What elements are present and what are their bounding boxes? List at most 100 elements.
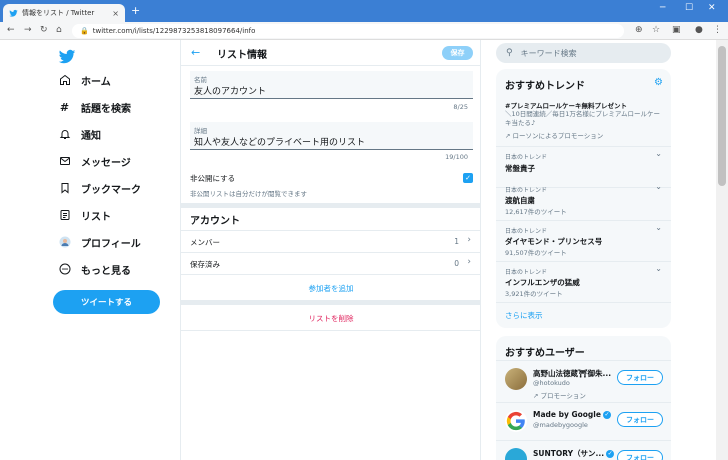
nav-item-profile[interactable]: プロフィール bbox=[58, 232, 141, 252]
nav-item-bookmarks[interactable]: ブックマーク bbox=[58, 178, 141, 198]
nav-label-more: もっと見る bbox=[81, 265, 131, 277]
list-info-panel: ← リスト情報 保存 名前 友人のアカウント 8/25 詳細 知人や友人などのプ… bbox=[180, 40, 481, 460]
url-text: twitter.com/i/lists/1229873253818097664/… bbox=[92, 27, 256, 35]
back-arrow-icon[interactable]: ← bbox=[191, 46, 200, 59]
add-members-link[interactable]: 参加者を追加 bbox=[181, 283, 481, 294]
google-logo-icon[interactable] bbox=[505, 410, 527, 432]
nav-item-messages[interactable]: メッセージ bbox=[58, 151, 131, 171]
user-avatar[interactable] bbox=[505, 448, 527, 460]
main-header: ← リスト情報 保存 bbox=[181, 40, 481, 66]
nav-item-more[interactable]: もっと見る bbox=[58, 259, 131, 279]
reload-icon[interactable]: ↻ bbox=[40, 25, 48, 35]
private-label: 非公開にする bbox=[190, 174, 236, 183]
show-more-link[interactable]: さらに表示 bbox=[505, 310, 543, 321]
menu-icon[interactable]: ⋮ bbox=[713, 25, 722, 35]
description-field[interactable]: 詳細 知人や友人などのプライベート用のリスト bbox=[190, 122, 473, 150]
suggested-user[interactable]: Made by Google ✓ @madebygoogle フォロー bbox=[496, 402, 671, 442]
saved-count: 0 bbox=[454, 259, 459, 268]
new-tab-icon[interactable]: + bbox=[131, 4, 140, 17]
verified-badge-icon: ✓ bbox=[602, 411, 611, 419]
browser-toolbar: ← → ↻ ⌂ 🔒 twitter.com/i/lists/1229873253… bbox=[0, 22, 728, 40]
follow-button[interactable]: フォロー bbox=[617, 450, 663, 460]
trend-item[interactable]: 日本のトレンド 渡航自粛 12,617件のツイート ⌄ bbox=[496, 180, 671, 221]
trend-category: 日本のトレンド bbox=[505, 187, 548, 194]
user-avatar[interactable] bbox=[505, 368, 527, 390]
user-name: SUNTORY（サン... ✓ bbox=[533, 448, 615, 459]
extension-icon[interactable]: ⊕ bbox=[635, 25, 643, 35]
nav-item-lists[interactable]: リスト bbox=[58, 205, 111, 225]
name-counter: 8/25 bbox=[453, 103, 468, 111]
chevron-down-icon[interactable]: ⌄ bbox=[655, 182, 662, 191]
extension2-icon[interactable]: ▣ bbox=[672, 25, 681, 35]
add-members-row[interactable]: 参加者を追加 bbox=[181, 274, 481, 300]
follow-button[interactable]: フォロー bbox=[617, 370, 663, 385]
nav-item-explore[interactable]: # 話題を検索 bbox=[58, 97, 131, 117]
nav-label-home: ホーム bbox=[81, 76, 111, 88]
suggested-user[interactable]: 高野山法徳蔵⛩御朱... @hotokudo ↗ プロモーション フォロー bbox=[496, 360, 671, 400]
trend-category: 日本のトレンド bbox=[505, 154, 548, 161]
twitter-logo-icon[interactable] bbox=[58, 48, 76, 66]
scrollbar-thumb[interactable] bbox=[718, 46, 726, 186]
forward-icon[interactable]: → bbox=[24, 25, 32, 35]
follow-button[interactable]: フォロー bbox=[617, 412, 663, 427]
user-handle: @madebygoogle bbox=[533, 421, 588, 429]
tab-close-icon[interactable]: × bbox=[112, 9, 119, 18]
nav-item-notifications[interactable]: 通知 bbox=[58, 124, 101, 144]
trend-count: 3,921件のツイート bbox=[505, 290, 563, 298]
chevron-down-icon[interactable]: ⌄ bbox=[655, 264, 662, 273]
user-name: Made by Google ✓ bbox=[533, 410, 615, 419]
account-section-title: アカウント bbox=[190, 216, 240, 227]
trend-promoted[interactable]: #プレミアムロールケーキ無料プレゼント ＼10日間連続／毎日1万名様にプレミアム… bbox=[496, 97, 671, 147]
trend-item[interactable]: 日本のトレンド インフルエンザの猛威 3,921件のツイート ⌄ bbox=[496, 262, 671, 303]
trend-item[interactable]: 日本のトレンド ダイヤモンド・プリンセス号 91,507件のツイート ⌄ bbox=[496, 221, 671, 262]
list-icon bbox=[58, 209, 71, 222]
private-checkbox[interactable]: ✓ bbox=[463, 173, 473, 183]
chevron-down-icon[interactable]: ⌄ bbox=[655, 149, 662, 158]
search-placeholder: キーワード検索 bbox=[520, 48, 577, 58]
home-browser-icon[interactable]: ⌂ bbox=[56, 25, 62, 35]
search-box[interactable]: ⚲ キーワード検索 bbox=[496, 43, 671, 63]
hashtag-icon: # bbox=[59, 100, 70, 114]
browser-tab[interactable]: 情報をリスト / Twitter × bbox=[3, 4, 125, 22]
description-field-value[interactable]: 知人や友人などのプライベート用のリスト bbox=[194, 135, 365, 148]
twitter-favicon-icon bbox=[9, 9, 18, 17]
user-name-text: Made by Google bbox=[533, 410, 601, 419]
bell-icon bbox=[58, 128, 71, 141]
profile-icon[interactable]: ● bbox=[695, 25, 703, 35]
chevron-down-icon[interactable]: ⌄ bbox=[655, 223, 662, 232]
section-divider bbox=[181, 203, 481, 208]
tab-title: 情報をリスト / Twitter bbox=[22, 9, 95, 17]
promo-trend-by-text: ローソンによるプロモーション bbox=[512, 132, 604, 140]
trend-name: 渡航自粛 bbox=[505, 196, 535, 205]
name-field-value[interactable]: 友人のアカウント bbox=[194, 84, 266, 97]
nav-label-notifications: 通知 bbox=[81, 130, 101, 142]
members-row[interactable]: メンバー 1 › bbox=[181, 230, 481, 252]
page-scrollbar[interactable] bbox=[716, 40, 728, 460]
nav-label-profile: プロフィール bbox=[81, 238, 141, 250]
window-maximize-icon[interactable]: ☐ bbox=[685, 3, 693, 13]
star-icon[interactable]: ☆ bbox=[652, 25, 660, 35]
user-handle: @hotokudo bbox=[533, 379, 570, 387]
user-name-text: SUNTORY（サン... bbox=[533, 449, 605, 458]
window-minimize-icon[interactable]: ─ bbox=[660, 3, 665, 13]
nav-item-home[interactable]: ホーム bbox=[58, 70, 111, 90]
save-button[interactable]: 保存 bbox=[442, 46, 473, 60]
bookmark-icon bbox=[58, 182, 71, 195]
who-to-follow-card: おすすめユーザー 高野山法徳蔵⛩御朱... @hotokudo ↗ プロモーショ… bbox=[496, 336, 671, 460]
gear-icon[interactable]: ⚙ bbox=[654, 77, 663, 88]
window-close-icon[interactable]: ✕ bbox=[708, 3, 716, 13]
delete-list-link[interactable]: リストを削除 bbox=[181, 313, 481, 324]
home-icon bbox=[58, 74, 71, 87]
address-bar[interactable]: 🔒 twitter.com/i/lists/122987325381809766… bbox=[72, 24, 624, 38]
delete-list-row[interactable]: リストを削除 bbox=[181, 305, 481, 331]
saved-row[interactable]: 保存済み 0 › bbox=[181, 252, 481, 274]
trend-name: 常盤貴子 bbox=[505, 164, 535, 173]
promo-trend-by: ↗ ローソンによるプロモーション bbox=[505, 132, 604, 140]
nav-label-explore: 話題を検索 bbox=[81, 103, 131, 115]
back-icon[interactable]: ← bbox=[7, 25, 15, 35]
tweet-button[interactable]: ツイートする bbox=[53, 290, 160, 314]
name-field[interactable]: 名前 友人のアカウント bbox=[190, 71, 473, 99]
suggested-user[interactable]: SUNTORY（サン... ✓ フォロー bbox=[496, 440, 671, 460]
avatar-icon bbox=[58, 236, 71, 249]
verified-badge-icon: ✓ bbox=[606, 450, 615, 458]
